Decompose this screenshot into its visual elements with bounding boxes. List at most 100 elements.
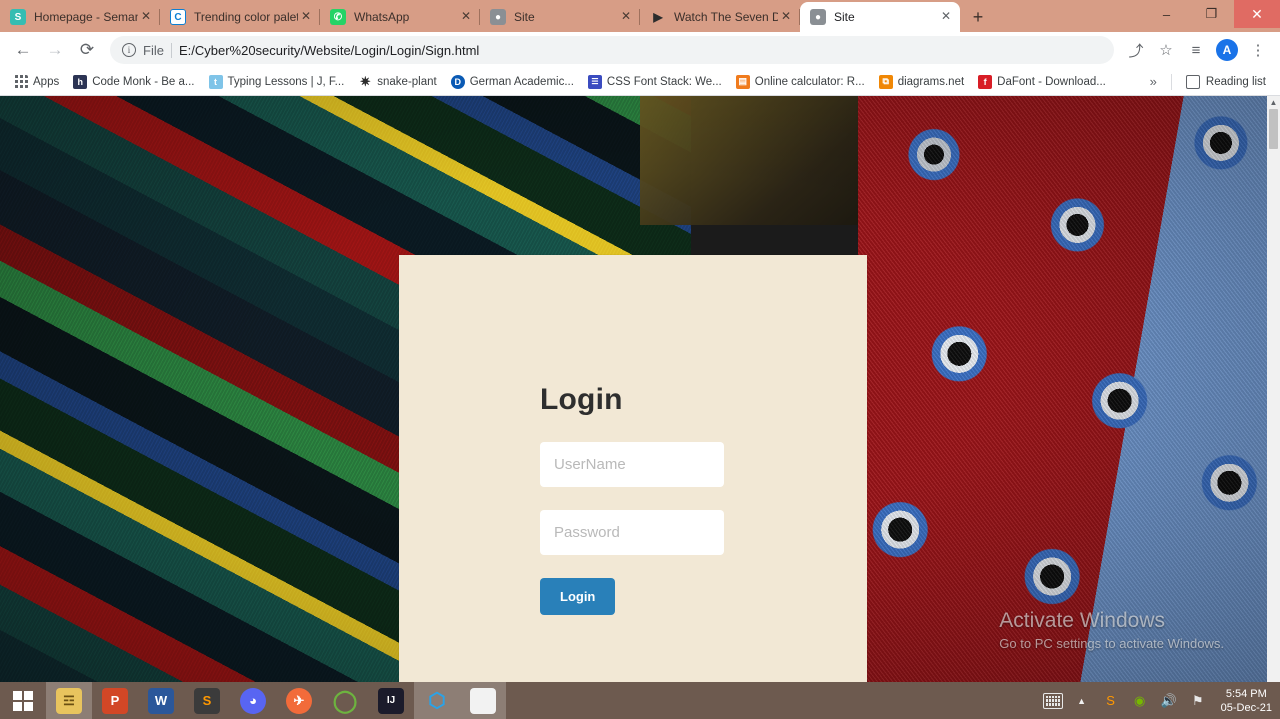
- taskbar-powerpoint[interactable]: P: [92, 682, 138, 719]
- clock-time: 5:54 PM: [1225, 687, 1267, 700]
- menu-icon[interactable]: ⋮: [1244, 36, 1272, 64]
- apps-grid-icon: [14, 75, 28, 89]
- daad-icon: D: [450, 74, 465, 89]
- tab-title: Homepage - Semantic: [34, 10, 138, 24]
- show-hidden-icons-icon[interactable]: ▲: [1072, 696, 1092, 706]
- browser-tab[interactable]: S Homepage - Semantic ✕: [0, 2, 160, 32]
- bookmark-item[interactable]: D German Academic...: [445, 72, 580, 92]
- bookmark-label: snake-plant: [377, 75, 437, 88]
- windows-taskbar: ☲ P W S ◕ ✈ ◯ IJ ⬡ □ ▲ S ◉ 🔊 ⚑ 5:54 PM 0…: [0, 682, 1280, 719]
- nvidia-tray-icon[interactable]: ◉: [1130, 693, 1150, 709]
- bookmark-item[interactable]: h Code Monk - Be a...: [67, 72, 200, 92]
- login-form: Login Login: [399, 255, 867, 615]
- tab-close-icon[interactable]: ✕: [938, 9, 954, 25]
- apps-label: Apps: [33, 75, 60, 88]
- browser-window: S Homepage - Semantic ✕ C Trending color…: [0, 0, 1280, 682]
- avatar[interactable]: A: [1216, 39, 1238, 61]
- browser-tab[interactable]: ▶ Watch The Seven Deadly ✕: [640, 2, 800, 32]
- bookmark-label: CSS Font Stack: We...: [606, 75, 722, 88]
- browser-tab[interactable]: C Trending color palettes - ✕: [160, 2, 320, 32]
- play-icon: ▶: [653, 10, 663, 24]
- bookmark-item[interactable]: ▤ Online calculator: R...: [730, 72, 871, 92]
- cssfontstack-icon: ☰: [587, 74, 602, 89]
- diagrams-icon: ⧉: [878, 74, 893, 89]
- taskbar-spring-boot[interactable]: ◯: [322, 682, 368, 719]
- page-scrollbar[interactable]: ▲: [1267, 96, 1280, 682]
- calculator-icon: ▤: [735, 74, 750, 89]
- browser-tab[interactable]: ● Site ✕: [480, 2, 640, 32]
- tab-strip: S Homepage - Semantic ✕ C Trending color…: [0, 0, 1280, 32]
- typingclub-icon: t: [208, 74, 223, 89]
- tab-close-icon[interactable]: ✕: [298, 9, 314, 25]
- browser-tab-active[interactable]: ● Site ✕: [800, 2, 960, 32]
- spring-boot-icon: ◯: [332, 687, 358, 713]
- bookmark-label: DaFont - Download...: [997, 75, 1106, 88]
- word-icon: W: [148, 687, 174, 714]
- taskbar-word[interactable]: W: [138, 682, 184, 719]
- maximize-button[interactable]: ❐: [1189, 0, 1234, 28]
- bookmark-item[interactable]: t Typing Lessons | J, F...: [203, 72, 351, 92]
- new-tab-button[interactable]: +: [964, 3, 992, 31]
- taskbar-intellij-idea[interactable]: IJ: [368, 682, 414, 719]
- reading-list-icon[interactable]: ≡: [1182, 36, 1210, 64]
- bookmarks-overflow-area: » Reading list: [1144, 72, 1272, 92]
- tab-close-icon[interactable]: ✕: [138, 9, 154, 25]
- scrollbar-thumb[interactable]: [1269, 109, 1278, 149]
- windows-logo-icon: [13, 690, 33, 711]
- close-window-button[interactable]: ✕: [1234, 0, 1280, 28]
- bookmark-label: Code Monk - Be a...: [92, 75, 195, 88]
- scrollbar-up-arrow[interactable]: ▲: [1267, 96, 1280, 109]
- globe-icon: ●: [490, 9, 506, 25]
- clock-date: 05-Dec-21: [1220, 701, 1272, 714]
- reload-icon[interactable]: ⟳: [72, 35, 102, 65]
- keyboard-icon[interactable]: [1042, 692, 1063, 709]
- taskbar-file-explorer[interactable]: ☲: [46, 682, 92, 719]
- tab-close-icon[interactable]: ✕: [618, 9, 634, 25]
- share-icon[interactable]: ⤴: [1122, 36, 1150, 64]
- whatsapp-icon: ✆: [330, 9, 346, 25]
- taskbar-postman[interactable]: ✈: [276, 682, 322, 719]
- browser-tab[interactable]: ✆ WhatsApp ✕: [320, 2, 480, 32]
- taskbar-discord[interactable]: ◕: [230, 682, 276, 719]
- bookmark-item[interactable]: ✷ snake-plant: [352, 72, 442, 92]
- apps-shortcut[interactable]: Apps: [8, 72, 65, 92]
- bookmarks-overflow-icon[interactable]: »: [1144, 74, 1163, 89]
- address-bar[interactable]: i File E:/Cyber%20security/Website/Login…: [110, 36, 1114, 64]
- back-icon[interactable]: ←: [8, 35, 38, 65]
- login-card: Login Login: [399, 255, 867, 682]
- bookmark-item[interactable]: f DaFont - Download...: [972, 72, 1112, 92]
- globe-icon: ●: [810, 9, 826, 25]
- taskbar-vs-code[interactable]: ⬡: [414, 682, 460, 719]
- forward-icon[interactable]: →: [40, 35, 70, 65]
- sublime-text-icon: S: [194, 687, 220, 714]
- tab-title: WhatsApp: [354, 10, 410, 24]
- password-input[interactable]: [540, 510, 724, 555]
- network-offline-icon[interactable]: ⚑: [1188, 693, 1208, 709]
- tab-title: Site: [834, 10, 855, 24]
- tab-title: Trending color palettes -: [194, 10, 298, 24]
- semantic-ui-icon: S: [10, 9, 26, 25]
- bookmark-star-icon[interactable]: ☆: [1152, 36, 1180, 64]
- login-button[interactable]: Login: [540, 578, 616, 615]
- username-input[interactable]: [540, 442, 724, 487]
- site-info-icon[interactable]: i: [122, 43, 136, 57]
- tab-close-icon[interactable]: ✕: [458, 9, 474, 25]
- bookmark-item[interactable]: ⧉ diagrams.net: [873, 72, 970, 92]
- minimize-button[interactable]: –: [1144, 0, 1189, 28]
- clock[interactable]: 5:54 PM 05-Dec-21: [1217, 687, 1272, 715]
- system-tray: ▲ S ◉ 🔊 ⚑ 5:54 PM 05-Dec-21: [1042, 687, 1280, 715]
- tab-close-icon[interactable]: ✕: [778, 9, 794, 25]
- reading-list-button[interactable]: Reading list: [1180, 72, 1272, 92]
- bookmark-label: Online calculator: R...: [754, 75, 865, 88]
- dafont-icon: f: [978, 74, 993, 89]
- screen: S Homepage - Semantic ✕ C Trending color…: [0, 0, 1280, 719]
- vs-code-icon: ⬡: [428, 690, 446, 712]
- reading-list-icon: [1185, 74, 1200, 89]
- start-button[interactable]: [0, 682, 46, 719]
- tab-title: Watch The Seven Deadly: [674, 10, 778, 24]
- sublime-tray-icon[interactable]: S: [1101, 693, 1121, 708]
- volume-icon[interactable]: 🔊: [1159, 693, 1179, 709]
- taskbar-sublime-text[interactable]: S: [184, 682, 230, 719]
- bookmark-item[interactable]: ☰ CSS Font Stack: We...: [582, 72, 728, 92]
- taskbar-document[interactable]: □: [460, 682, 506, 719]
